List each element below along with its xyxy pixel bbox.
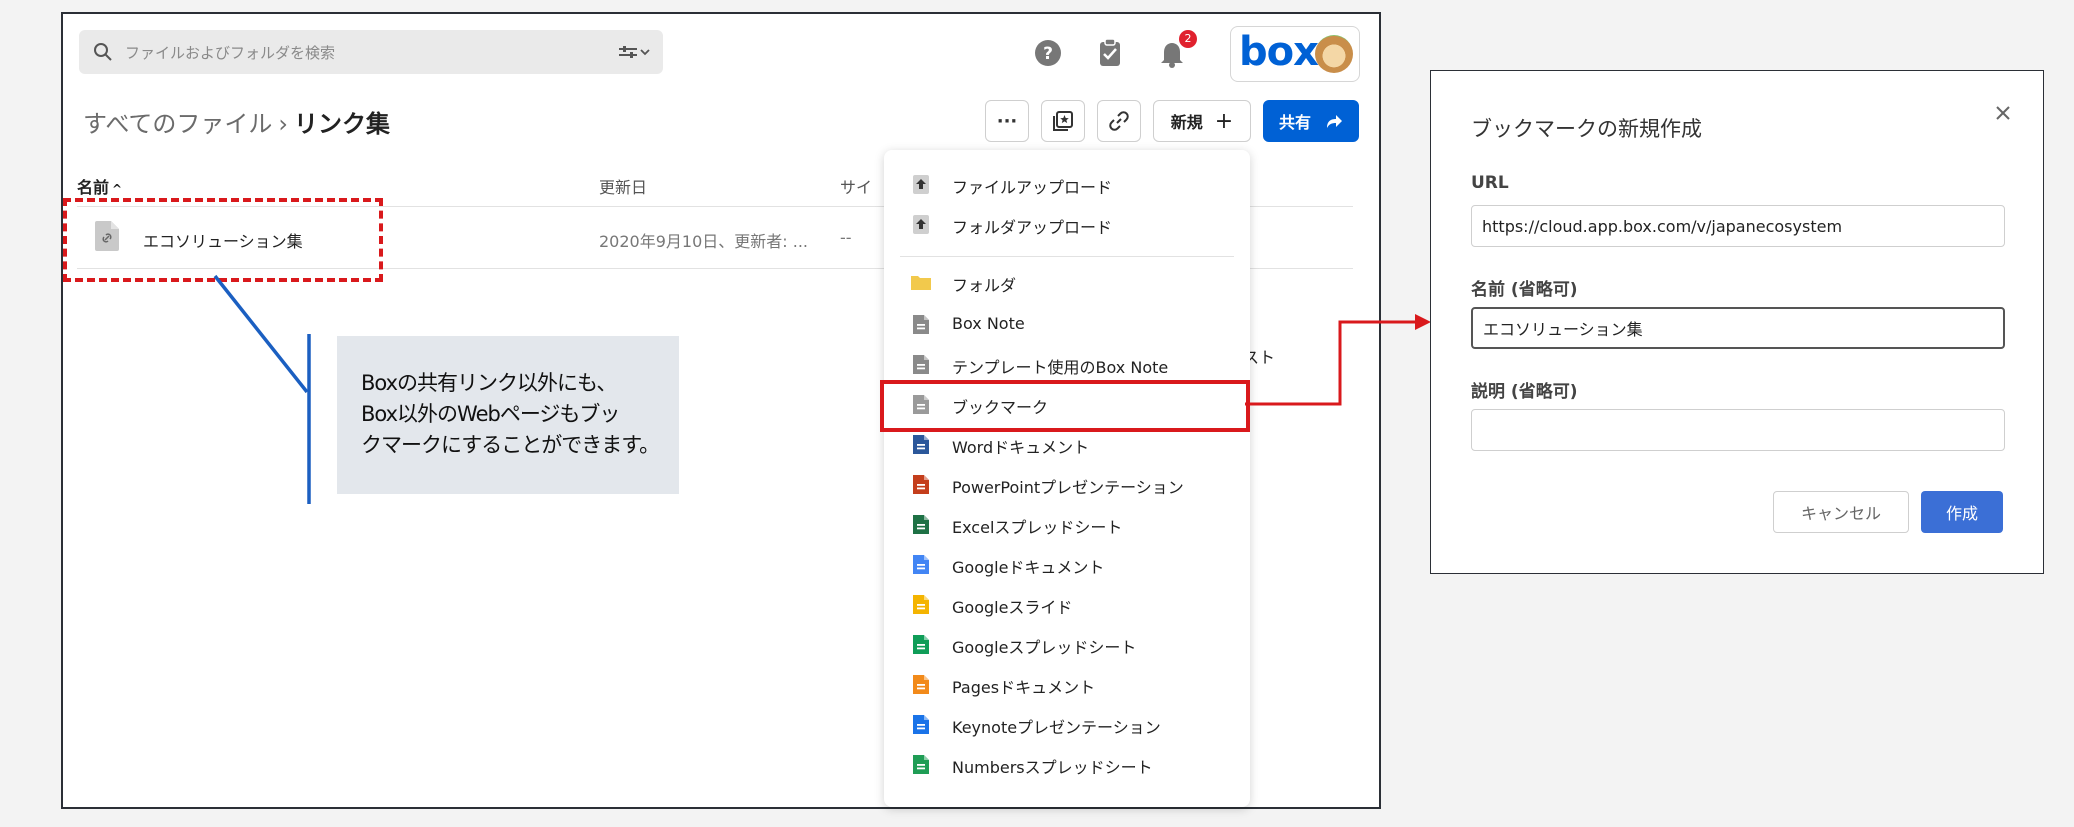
column-header-updated[interactable]: 更新日 (599, 174, 647, 198)
new-button[interactable]: 新規 + (1153, 100, 1251, 142)
box-logo: box (1239, 29, 1319, 75)
menu-item-box-note[interactable]: Box Note (884, 304, 1250, 344)
box-window: ファイルおよびフォルダを検索 ? 2 box すべてのファイル › リンク集 ··· (61, 12, 1381, 809)
menu-item-folder[interactable]: フォルダ (884, 262, 1250, 302)
breadcrumb-current: リンク集 (293, 110, 390, 138)
new-button-label: 新規 (1170, 113, 1203, 132)
menu-item-excel[interactable]: Excelスプレッドシート (884, 504, 1250, 544)
google-sheets-icon (910, 633, 932, 655)
breadcrumb-root[interactable]: すべてのファイル (83, 110, 272, 138)
svg-text:?: ? (1043, 44, 1053, 64)
menu-item-file-upload[interactable]: ファイルアップロード (884, 164, 1250, 204)
menu-item-numbers[interactable]: Numbersスプレッドシート (884, 744, 1250, 784)
account-menu[interactable]: box (1230, 26, 1360, 82)
avatar (1315, 35, 1353, 73)
menu-item-google-docs[interactable]: Googleドキュメント (884, 544, 1250, 584)
menu-item-label: Googleスプレッドシート (952, 638, 1137, 657)
menu-item-label: フォルダアップロード (952, 218, 1113, 237)
word-icon (910, 433, 932, 455)
create-button[interactable]: 作成 (1921, 491, 2003, 533)
menu-item-label: テンプレート使用のBox Note (952, 358, 1169, 377)
annotation-highlight-bookmark (880, 380, 1250, 432)
column-header-size[interactable]: サイ (840, 174, 872, 198)
annotation-arrow (1245, 314, 1431, 406)
more-options-label: ··· (996, 110, 1018, 132)
description-label: 説明 (省略可) (1471, 382, 1578, 402)
search-icon (93, 42, 113, 62)
folder-upload-icon (910, 213, 932, 235)
menu-item-pages[interactable]: Pagesドキュメント (884, 664, 1250, 704)
menu-item-label: PowerPointプレゼンテーション (952, 478, 1184, 497)
breadcrumb: すべてのファイル › リンク集 (83, 104, 390, 139)
pages-icon (910, 673, 932, 695)
google-docs-icon (910, 553, 932, 575)
menu-item-folder-upload[interactable]: フォルダアップロード (884, 204, 1250, 244)
dialog-title: ブックマークの新規作成 (1471, 117, 1702, 141)
file-updated: 2020年9月10日、更新者: ... (599, 232, 808, 251)
share-arrow-icon (1327, 115, 1342, 128)
sort-ascending-icon: ^ (112, 182, 123, 196)
callout-text: Boxの共有リンク以外にも、 Box以外のWebページもブッ クマークにすること… (361, 368, 671, 461)
box-note-icon (910, 313, 932, 335)
notification-badge: 2 (1179, 30, 1197, 48)
powerpoint-icon (910, 473, 932, 495)
menu-item-google-slides[interactable]: Googleスライド (884, 584, 1250, 624)
name-label: 名前 (省略可) (1471, 280, 1578, 300)
collections-button[interactable] (1041, 100, 1085, 142)
more-options-button[interactable]: ··· (985, 100, 1029, 142)
menu-item-label: Box Note (952, 314, 1025, 333)
box-note-template-icon (910, 353, 932, 375)
cancel-button[interactable]: キャンセル (1773, 491, 1909, 533)
callout-line-3: クマークにすることができます。 (361, 433, 660, 457)
menu-item-label: Wordドキュメント (952, 438, 1090, 457)
menu-item-keynote[interactable]: Keynoteプレゼンテーション (884, 704, 1250, 744)
search-filter-icon[interactable] (617, 42, 651, 62)
new-bookmark-dialog: ブックマークの新規作成 URL 名前 (省略可) 説明 (省略可) キャンセル … (1430, 70, 2044, 574)
link-icon (1109, 111, 1129, 131)
close-icon[interactable] (1991, 101, 2015, 125)
annotation-highlight-file (63, 198, 383, 282)
callout-line-1: Boxの共有リンク以外にも、 (361, 371, 617, 395)
help-icon[interactable]: ? (1031, 36, 1065, 70)
tasks-clipboard-icon[interactable] (1093, 36, 1127, 70)
menu-item-label: Excelスプレッドシート (952, 518, 1123, 537)
share-button[interactable]: 共有 (1263, 100, 1359, 142)
callout-line-2: Box以外のWebページもブッ (361, 402, 620, 426)
url-label: URL (1471, 173, 1509, 193)
menu-item-label: Pagesドキュメント (952, 678, 1096, 697)
description-field[interactable] (1471, 409, 2005, 451)
numbers-icon (910, 753, 932, 775)
keynote-icon (910, 713, 932, 735)
annotation-callout: Boxの共有リンク以外にも、 Box以外のWebページもブッ クマークにすること… (337, 336, 679, 494)
excel-icon (910, 513, 932, 535)
folder-icon (910, 271, 932, 293)
menu-item-label: Googleドキュメント (952, 558, 1105, 577)
column-header-name[interactable]: 名前 ^ (77, 174, 122, 198)
new-item-menu: ファイルアップロード フォルダアップロード フォルダ Box Note テンプレート使用… (880, 150, 1250, 807)
menu-item-powerpoint[interactable]: PowerPointプレゼンテーション (884, 464, 1250, 504)
share-link-button[interactable] (1097, 100, 1141, 142)
plus-icon: + (1214, 108, 1234, 134)
menu-item-google-sheets[interactable]: Googleスプレッドシート (884, 624, 1250, 664)
name-field[interactable] (1471, 307, 2005, 349)
menu-item-label: ファイルアップロード (952, 178, 1113, 197)
breadcrumb-separator: › (278, 110, 288, 138)
menu-item-label: フォルダ (952, 276, 1017, 295)
search-bar[interactable]: ファイルおよびフォルダを検索 (79, 30, 663, 74)
column-name-label: 名前 (77, 178, 110, 197)
menu-item-label: Googleスライド (952, 598, 1073, 617)
menu-item-label: Keynoteプレゼンテーション (952, 718, 1161, 737)
google-slides-icon (910, 593, 932, 615)
collections-icon (1053, 111, 1073, 131)
search-input[interactable]: ファイルおよびフォルダを検索 (125, 42, 335, 63)
menu-item-label: Numbersスプレッドシート (952, 758, 1153, 777)
file-size: -- (840, 228, 852, 247)
menu-item-box-note-template[interactable]: テンプレート使用のBox Note (884, 344, 1250, 384)
menu-divider (900, 256, 1234, 257)
share-button-label: 共有 (1278, 113, 1311, 132)
file-upload-icon (910, 173, 932, 195)
url-field[interactable] (1471, 205, 2005, 247)
